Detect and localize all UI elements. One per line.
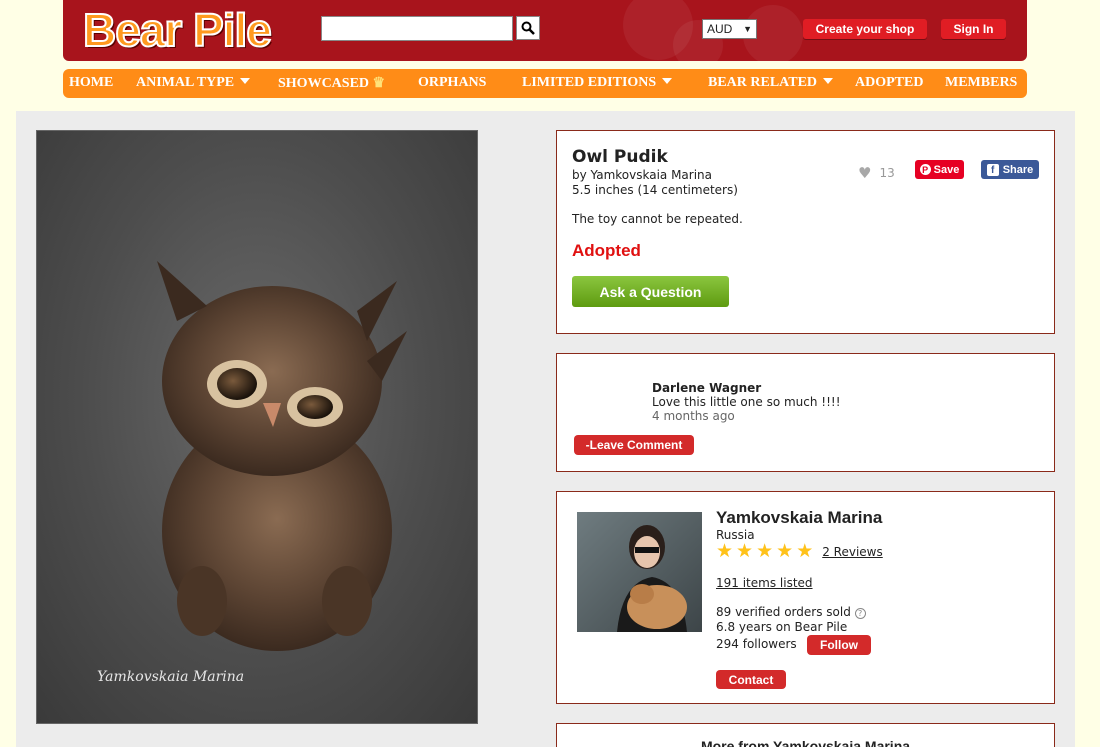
comments-card: Darlene Wagner Love this little one so m… [556, 353, 1055, 472]
main-nav: HOME ANIMAL TYPE SHOWCASED ♛ ORPHANS LIM… [63, 69, 1027, 98]
star-icon: ★ [776, 540, 794, 562]
follower-count: 294 followers [716, 637, 797, 651]
seller-name[interactable]: Yamkovskaia Marina [716, 508, 882, 528]
trophy-icon: ♛ [372, 76, 386, 91]
contact-button[interactable]: Contact [716, 670, 786, 689]
comment-text: Love this little one so much !!!! [652, 395, 841, 409]
pinterest-save-button[interactable]: P Save [915, 160, 964, 179]
currency-value: AUD [707, 22, 733, 36]
nav-label: ADOPTED [855, 75, 924, 90]
owl-illustration [157, 261, 407, 651]
product-photo[interactable]: Yamkovskaia Marina [36, 130, 478, 724]
seller-avatar[interactable] [577, 512, 702, 632]
star-icon: ★ [756, 540, 774, 562]
adopted-status: Adopted [572, 241, 641, 260]
like-button[interactable]: ♥ 13 [858, 164, 895, 182]
nav-orphans[interactable]: ORPHANS [418, 75, 486, 91]
star-icon: ★ [716, 540, 734, 562]
product-artist: by Yamkovskaia Marina [572, 168, 712, 182]
nav-members[interactable]: MEMBERS [945, 75, 1017, 91]
seller-rating: ★ ★ ★ ★ ★ 2 Reviews [716, 542, 883, 561]
search-input[interactable] [321, 16, 513, 41]
nav-adopted[interactable]: ADOPTED [855, 75, 923, 91]
heart-icon: ♥ [858, 164, 872, 182]
product-info-card: Owl Pudik by Yamkovskaia Marina 5.5 inch… [556, 130, 1055, 334]
nav-label: ANIMAL TYPE [136, 75, 235, 90]
site-logo[interactable]: Bear Pile [82, 2, 273, 58]
comment-item: Darlene Wagner Love this little one so m… [652, 381, 841, 423]
ask-question-button[interactable]: Ask a Question [572, 276, 729, 307]
more-from-title: More from Yamkovskaia Marina [700, 738, 911, 747]
product-size: 5.5 inches (14 centimeters) [572, 183, 738, 197]
caret-down-icon [240, 78, 251, 84]
follow-button[interactable]: Follow [807, 635, 871, 655]
seller-photo [617, 525, 687, 632]
comment-time: 4 months ago [652, 409, 735, 423]
nav-label: HOME [69, 75, 114, 90]
nav-home[interactable]: HOME [69, 75, 113, 91]
nav-label: SHOWCASED [278, 76, 370, 91]
nav-showcased[interactable]: SHOWCASED ♛ [278, 75, 385, 92]
nav-bear-related[interactable]: BEAR RELATED [708, 75, 834, 91]
nav-label: LIMITED EDITIONS [522, 75, 657, 90]
help-icon[interactable]: ? [854, 608, 866, 619]
more-from-card: More from Yamkovskaia Marina [556, 723, 1055, 747]
nav-animal-type[interactable]: ANIMAL TYPE [136, 75, 251, 91]
product-description: The toy cannot be repeated. [572, 212, 743, 226]
chevron-down-icon: ▼ [743, 24, 752, 34]
pinterest-icon: P [919, 164, 931, 175]
facebook-icon: f [986, 163, 999, 176]
photo-watermark: Yamkovskaia Marina [97, 669, 245, 685]
save-label: Save [933, 163, 960, 176]
comment-author: Darlene Wagner [652, 381, 762, 395]
caret-down-icon [662, 78, 673, 84]
reviews-link[interactable]: 2 Reviews [822, 545, 883, 559]
orders-sold-text: 89 verified orders sold [716, 605, 851, 619]
currency-select[interactable]: AUD ▼ [702, 19, 757, 39]
like-count: 13 [879, 166, 895, 180]
sign-in-button[interactable]: Sign In [941, 19, 1006, 39]
orders-sold: 89 verified orders sold ? [716, 605, 866, 619]
leave-comment-button[interactable]: -Leave Comment [574, 435, 694, 455]
create-shop-button[interactable]: Create your shop [803, 19, 927, 39]
nav-label: ORPHANS [418, 75, 487, 90]
nav-label: MEMBERS [945, 75, 1018, 90]
facebook-share-button[interactable]: f Share [981, 160, 1039, 179]
star-icon: ★ [736, 540, 754, 562]
years-on-site: 6.8 years on Bear Pile [716, 620, 848, 634]
site-header: Bear Pile AUD ▼ Create your shop Sign In [63, 0, 1027, 61]
search-icon [521, 21, 535, 35]
nav-label: BEAR RELATED [708, 75, 818, 90]
search-button[interactable] [516, 16, 540, 40]
seller-card: Yamkovskaia Marina Russia ★ ★ ★ ★ ★ 2 Re… [556, 491, 1055, 704]
nav-limited-editions[interactable]: LIMITED EDITIONS [522, 75, 673, 91]
share-label: Share [1002, 163, 1034, 176]
product-title: Owl Pudik [572, 147, 668, 167]
star-icon: ★ [796, 540, 814, 562]
items-listed-link[interactable]: 191 items listed [716, 576, 813, 590]
caret-down-icon [823, 78, 834, 84]
